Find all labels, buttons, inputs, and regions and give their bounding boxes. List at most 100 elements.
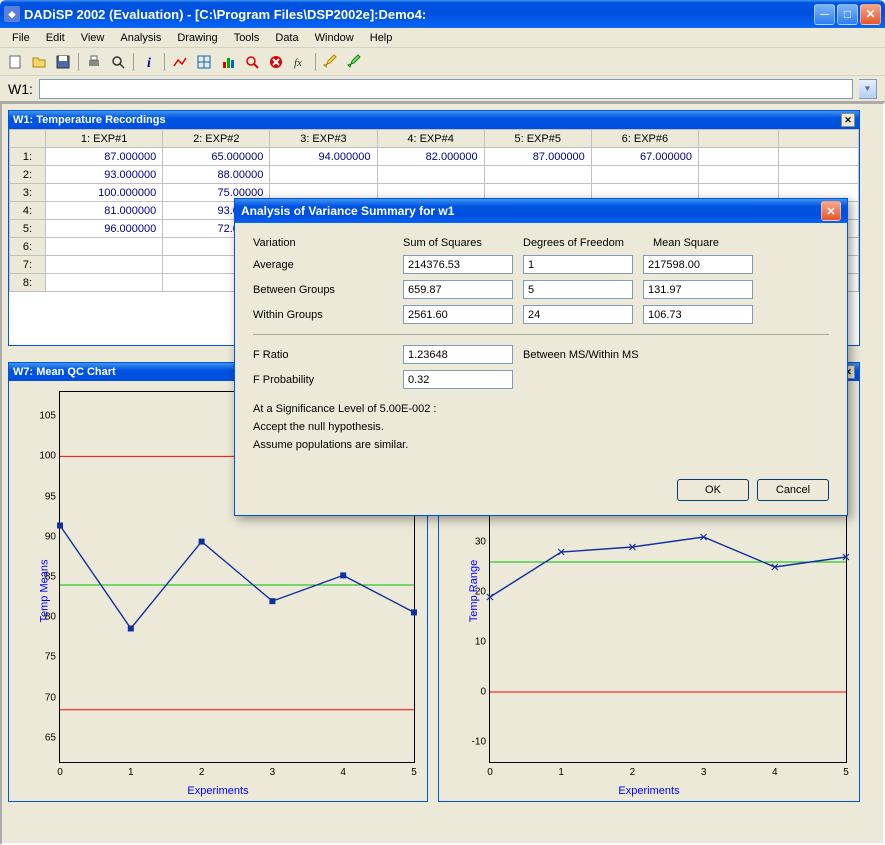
w1-title: W1: Temperature Recordings [13,114,841,126]
anova-ms-2[interactable] [643,305,753,324]
ytick: 75 [30,652,56,663]
cell-empty[interactable] [699,166,779,184]
cell-2-1[interactable]: 93.000000 [46,166,163,184]
col-header-4[interactable]: 4: EXP#4 [377,130,484,148]
cell-7-1[interactable] [46,256,163,274]
anova-ms-1[interactable] [643,280,753,299]
col-header-5[interactable]: 5: EXP#5 [484,130,591,148]
anova-sos-0[interactable] [403,255,513,274]
cell-5-1[interactable]: 96.000000 [46,220,163,238]
cell-1-2[interactable]: 65.000000 [163,148,270,166]
print-icon[interactable] [83,51,105,73]
ytick: 95 [30,491,56,502]
stop-icon[interactable] [265,51,287,73]
ytick: 90 [30,531,56,542]
anova-ms-0[interactable] [643,255,753,274]
cell-3-1[interactable]: 100.000000 [46,184,163,202]
chart2-icon[interactable] [217,51,239,73]
cell-2-6[interactable] [591,166,698,184]
zoom-icon[interactable] [241,51,263,73]
row-header-4[interactable]: 4: [10,202,46,220]
assume-line: Assume populations are similar. [253,439,829,451]
fprob-field[interactable] [403,370,513,389]
anova-dof-0[interactable] [523,255,633,274]
menu-edit[interactable]: Edit [38,30,73,46]
cell-1-5[interactable]: 87.000000 [484,148,591,166]
cell-empty[interactable] [699,148,779,166]
cell-2-2[interactable]: 88.00000 [163,166,270,184]
command-input[interactable] [39,79,853,99]
minimize-button[interactable]: ─ [814,4,835,25]
row-header-3[interactable]: 3: [10,184,46,202]
preview-icon[interactable] [107,51,129,73]
cell-empty[interactable] [779,148,859,166]
cell-6-1[interactable] [46,238,163,256]
command-line: W1: ▼ [0,76,885,102]
pencil1-icon[interactable] [320,51,342,73]
anova-dof-1[interactable] [523,280,633,299]
cell-2-3[interactable] [270,166,377,184]
w1-close-button[interactable]: ✕ [841,113,855,127]
cell-1-6[interactable]: 67.000000 [591,148,698,166]
anova-sos-1[interactable] [403,280,513,299]
cancel-button[interactable]: Cancel [757,479,829,501]
cell-2-4[interactable] [377,166,484,184]
menu-help[interactable]: Help [362,30,401,46]
row-header-2[interactable]: 2: [10,166,46,184]
ytick: 85 [30,572,56,583]
row-header-7[interactable]: 7: [10,256,46,274]
new-icon[interactable] [4,51,26,73]
xtick: 5 [843,767,849,778]
col-header-1[interactable]: 1: EXP#1 [46,130,163,148]
anova-sos-2[interactable] [403,305,513,324]
cell-2-5[interactable] [484,166,591,184]
menu-window[interactable]: Window [307,30,362,46]
menu-data[interactable]: Data [267,30,306,46]
close-button[interactable]: ✕ [860,4,881,25]
anova-dof-2[interactable] [523,305,633,324]
command-dropdown[interactable]: ▼ [859,79,877,99]
col-header-3[interactable]: 3: EXP#3 [270,130,377,148]
anova-titlebar[interactable]: Analysis of Variance Summary for w1 ✕ [235,199,847,223]
save-icon[interactable] [52,51,74,73]
row-header-5[interactable]: 5: [10,220,46,238]
cell-4-1[interactable]: 81.000000 [46,202,163,220]
col-header-6[interactable]: 6: EXP#6 [591,130,698,148]
corner-cell [10,130,46,148]
menu-view[interactable]: View [73,30,113,46]
ok-button[interactable]: OK [677,479,749,501]
hdr-variation: Variation [253,237,393,249]
menu-file[interactable]: File [4,30,38,46]
xtick: 4 [772,767,778,778]
menu-analysis[interactable]: Analysis [112,30,169,46]
info-icon[interactable]: i [138,51,160,73]
anova-label-1: Between Groups [253,284,393,296]
ytick: 105 [30,411,56,422]
menu-drawing[interactable]: Drawing [169,30,225,46]
fx-icon[interactable]: fx [289,51,311,73]
row-header-6[interactable]: 6: [10,238,46,256]
cell-1-4[interactable]: 82.000000 [377,148,484,166]
maximize-button[interactable]: □ [837,4,858,25]
cell-1-3[interactable]: 94.000000 [270,148,377,166]
ytick: 0 [460,687,486,698]
ytick: 30 [460,537,486,548]
cell-8-1[interactable] [46,274,163,292]
w1-titlebar[interactable]: W1: Temperature Recordings ✕ [9,111,859,129]
menu-tools[interactable]: Tools [226,30,268,46]
row-header-1[interactable]: 1: [10,148,46,166]
anova-dialog: Analysis of Variance Summary for w1 ✕ Va… [234,198,848,516]
fratio-field[interactable] [403,345,513,364]
xtick: 2 [630,767,636,778]
grid-icon[interactable] [193,51,215,73]
anova-close-button[interactable]: ✕ [821,201,841,221]
pencil2-icon[interactable] [344,51,366,73]
fratio-note: Between MS/Within MS [523,349,753,361]
xtick: 1 [558,767,564,778]
cell-empty[interactable] [779,166,859,184]
cell-1-1[interactable]: 87.000000 [46,148,163,166]
chart1-icon[interactable] [169,51,191,73]
open-icon[interactable] [28,51,50,73]
row-header-8[interactable]: 8: [10,274,46,292]
col-header-2[interactable]: 2: EXP#2 [163,130,270,148]
